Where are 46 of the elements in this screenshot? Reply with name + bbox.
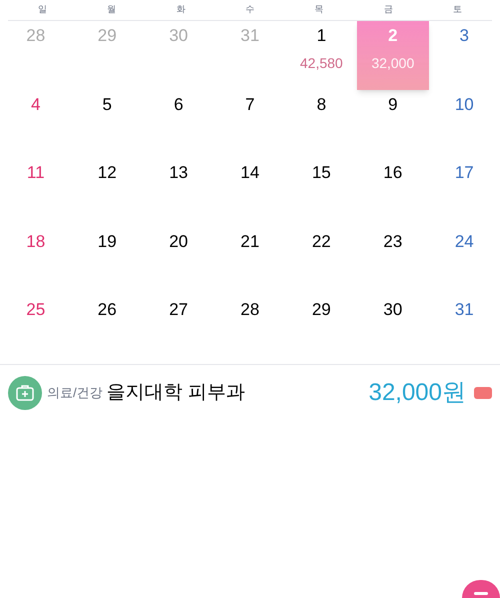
day-number[interactable]: 16 <box>383 162 402 184</box>
category-label: 의료/건강 <box>47 384 103 402</box>
weekday-label: 일 <box>37 3 48 16</box>
day-number[interactable]: 10 <box>454 94 474 116</box>
day-number[interactable]: 14 <box>240 162 260 184</box>
weekday-label: 토 <box>452 3 463 16</box>
day-number[interactable]: 3 <box>460 25 470 47</box>
day-number[interactable]: 28 <box>240 299 260 322</box>
day-number[interactable]: 15 <box>312 162 331 184</box>
day-number[interactable]: 24 <box>454 230 474 253</box>
day-number[interactable]: 1 <box>316 25 326 47</box>
day-number[interactable]: 23 <box>383 230 402 253</box>
day-number[interactable]: 8 <box>316 94 326 116</box>
weekday-label: 수 <box>244 3 256 16</box>
day-number[interactable]: 18 <box>26 230 46 253</box>
day-number[interactable]: 9 <box>388 94 398 116</box>
day-number[interactable]: 25 <box>26 299 46 322</box>
day-number[interactable]: 13 <box>169 162 188 184</box>
day-number[interactable]: 17 <box>454 162 474 184</box>
weekday-label: 금 <box>382 3 394 16</box>
day-number[interactable]: 26 <box>98 299 117 322</box>
day-amount: 32,000 <box>371 54 414 73</box>
day-number[interactable]: 30 <box>383 299 402 322</box>
weekday-label: 월 <box>106 3 118 16</box>
day-number[interactable]: 19 <box>98 230 117 253</box>
day-number[interactable]: 31 <box>454 299 474 322</box>
merchant-name: 을지대학 피부과 <box>106 380 245 405</box>
day-number[interactable]: 12 <box>98 162 117 184</box>
weekday-label: 화 <box>175 3 186 16</box>
medical-kit-icon <box>8 376 42 410</box>
add-button[interactable] <box>462 580 500 598</box>
transaction-amount: 32,000원 <box>368 378 466 408</box>
day-number[interactable]: 22 <box>312 230 331 253</box>
day-number[interactable]: 11 <box>26 162 45 184</box>
day-number[interactable]: 20 <box>169 230 188 253</box>
card-icon <box>474 386 492 399</box>
day-number[interactable]: 6 <box>174 94 184 116</box>
weekday-label: 목 <box>314 3 325 16</box>
day-number[interactable]: 29 <box>312 299 331 322</box>
day-number[interactable]: 7 <box>245 94 255 116</box>
minus-icon <box>474 592 488 595</box>
day-number[interactable]: 5 <box>102 94 112 116</box>
day-number[interactable]: 27 <box>169 299 188 322</box>
day-number[interactable]: 21 <box>240 230 260 253</box>
day-number[interactable]: 4 <box>30 94 40 116</box>
day-amount: 42,580 <box>300 54 343 73</box>
